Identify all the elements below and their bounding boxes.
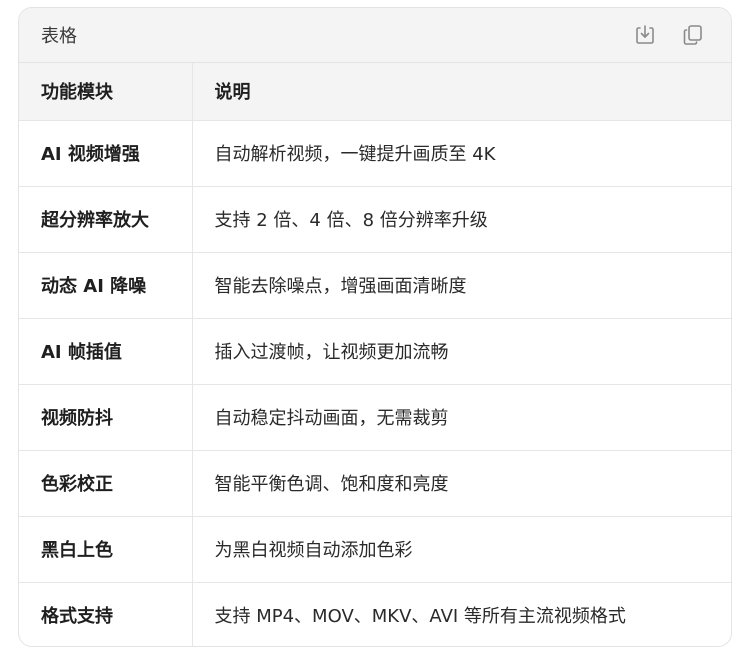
column-header-module: 功能模块 — [19, 63, 192, 121]
download-icon[interactable] — [633, 23, 657, 47]
table-row: 格式支持 支持 MP4、MOV、MKV、AVI 等所有主流视频格式 — [19, 582, 731, 646]
module-cell: AI 帧插值 — [19, 318, 192, 385]
description-cell: 自动解析视频，一键提升画质至 4K — [191, 120, 731, 187]
table-row: 黑白上色 为黑白视频自动添加色彩 — [19, 516, 731, 583]
module-cell: 视频防抖 — [19, 384, 192, 451]
table-row: AI 视频增强 自动解析视频，一键提升画质至 4K — [19, 120, 731, 187]
table-row: 色彩校正 智能平衡色调、饱和度和亮度 — [19, 450, 731, 517]
module-cell: 格式支持 — [41, 606, 113, 628]
description-cell: 智能去除噪点，增强画面清晰度 — [191, 252, 731, 319]
description-cell: 支持 MP4、MOV、MKV、AVI 等所有主流视频格式 — [191, 582, 731, 646]
copy-icon[interactable] — [681, 23, 705, 47]
column-header-description: 说明 — [191, 63, 731, 121]
table-card: 表格 功能模块 说明 AI 视频增强 自动解析视频，一键提升画质至 4K 超分辨… — [18, 7, 732, 647]
table-header-row: 功能模块 说明 — [19, 63, 731, 121]
module-cell: AI 视频增强 — [19, 120, 192, 187]
description-cell: 为黑白视频自动添加色彩 — [191, 516, 731, 583]
table-row: 视频防抖 自动稳定抖动画面，无需裁剪 — [19, 384, 731, 451]
module-cell: 超分辨率放大 — [19, 186, 192, 253]
description-cell: 插入过渡帧，让视频更加流畅 — [191, 318, 731, 385]
description-cell: 自动稳定抖动画面，无需裁剪 — [191, 384, 731, 451]
description-cell: 智能平衡色调、饱和度和亮度 — [191, 450, 731, 517]
table-row: 动态 AI 降噪 智能去除噪点，增强画面清晰度 — [19, 252, 731, 319]
module-cell: 动态 AI 降噪 — [19, 252, 192, 319]
table-row: 超分辨率放大 支持 2 倍、4 倍、8 倍分辨率升级 — [19, 186, 731, 253]
card-header: 表格 — [19, 8, 731, 63]
description-cell: 支持 2 倍、4 倍、8 倍分辨率升级 — [191, 186, 731, 253]
module-cell: 色彩校正 — [19, 450, 192, 517]
module-cell: 黑白上色 — [19, 516, 192, 583]
table-row: AI 帧插值 插入过渡帧，让视频更加流畅 — [19, 318, 731, 385]
card-actions — [633, 23, 705, 47]
card-title: 表格 — [41, 26, 77, 47]
feature-table: 功能模块 说明 AI 视频增强 自动解析视频，一键提升画质至 4K 超分辨率放大… — [19, 63, 731, 646]
